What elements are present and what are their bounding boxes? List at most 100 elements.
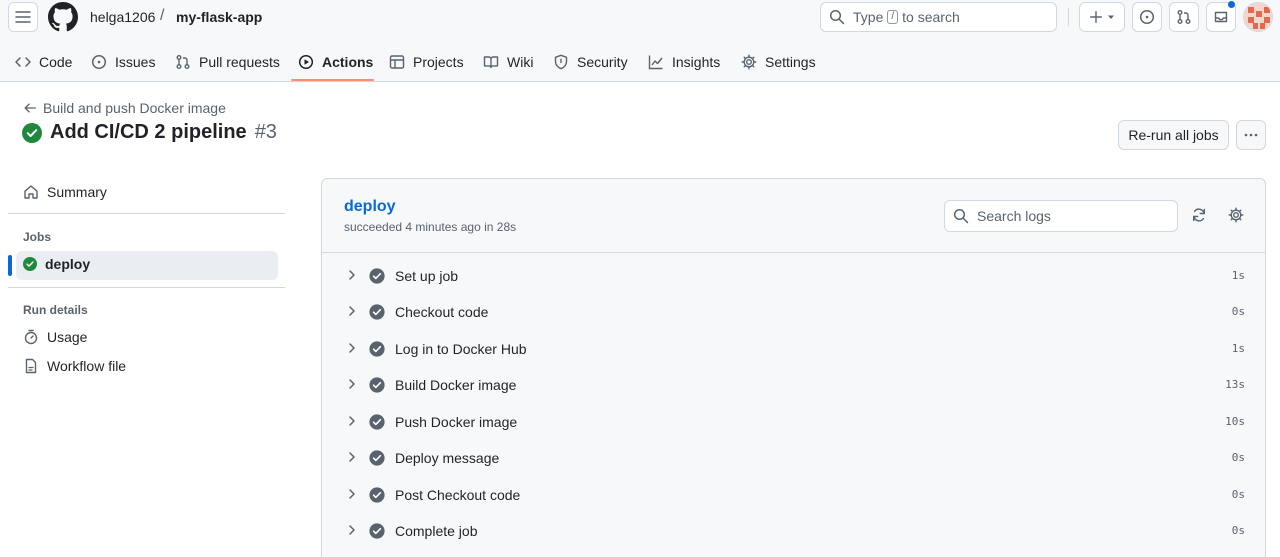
- breadcrumb-repo[interactable]: my-flask-app: [176, 9, 262, 25]
- check-circle-fill-icon: [369, 487, 385, 503]
- avatar-identicon-icon: [1244, 3, 1272, 31]
- job-status-meta: succeeded 4 minutes ago in 28s: [344, 220, 517, 234]
- step-name: Build Docker image: [395, 377, 517, 393]
- check-circle-fill-icon: [22, 122, 42, 143]
- job-step[interactable]: Post Checkout code 0s: [322, 477, 1265, 513]
- job-header: deploy succeeded 4 minutes ago in 28s Se…: [322, 179, 1265, 253]
- back-to-workflow-link[interactable]: Build and push Docker image: [23, 100, 226, 116]
- table-icon: [389, 55, 405, 69]
- gear-icon[interactable]: [1228, 207, 1244, 223]
- job-step[interactable]: Set up job 1s: [322, 258, 1265, 294]
- shield-icon: [554, 54, 568, 70]
- step-duration: 1s: [1231, 342, 1245, 355]
- hamburger-icon: [15, 11, 31, 23]
- search-suffix-text: to search: [902, 9, 960, 25]
- tab-wiki-label: Wiki: [507, 54, 534, 70]
- sidebar-item-usage[interactable]: Usage: [23, 329, 87, 345]
- step-name: Complete job: [395, 523, 478, 539]
- job-step[interactable]: Deploy message 0s: [322, 440, 1265, 476]
- step-duration: 0s: [1231, 524, 1245, 537]
- tab-projects[interactable]: Projects: [389, 42, 464, 82]
- header-divider: [1068, 8, 1069, 26]
- run-details-heading: Run details: [23, 303, 88, 317]
- caret-down-icon: [1108, 15, 1114, 19]
- hamburger-menu-button[interactable]: [8, 2, 38, 32]
- sidebar-active-indicator: [8, 255, 12, 276]
- tab-code-label: Code: [39, 54, 73, 70]
- sidebar-item-workflow-file[interactable]: Workflow file: [23, 358, 126, 374]
- sidebar-item-summary[interactable]: Summary: [23, 184, 107, 200]
- tab-actions-label: Actions: [322, 54, 374, 70]
- step-duration: 0s: [1231, 451, 1245, 464]
- sidebar-divider: [8, 213, 285, 214]
- tab-projects-label: Projects: [413, 54, 464, 70]
- job-step[interactable]: Build Docker image 13s: [322, 367, 1265, 403]
- active-tab-underline: [291, 79, 374, 81]
- breadcrumb-separator: /: [160, 7, 165, 24]
- step-duration: 1s: [1231, 269, 1245, 282]
- tab-issues[interactable]: Issues: [91, 42, 155, 82]
- tab-insights[interactable]: Insights: [648, 42, 720, 82]
- avatar[interactable]: [1243, 2, 1273, 32]
- step-name: Set up job: [395, 268, 459, 284]
- job-step[interactable]: Log in to Docker Hub 1s: [322, 331, 1265, 367]
- sidebar-divider: [8, 287, 285, 288]
- tab-actions[interactable]: Actions: [298, 42, 373, 82]
- search-logs-placeholder: Search logs: [977, 208, 1051, 224]
- check-circle-fill-icon: [369, 304, 385, 320]
- repo-nav: Code Issues Pull requests Actions Projec…: [0, 42, 1280, 82]
- issue-opened-icon: [1139, 9, 1155, 25]
- global-search-input[interactable]: Type / to search: [820, 2, 1057, 32]
- check-circle-fill-icon: [369, 414, 385, 430]
- github-logo-icon[interactable]: [48, 2, 78, 32]
- job-step[interactable]: Complete job 0s: [322, 513, 1265, 549]
- search-icon: [829, 9, 845, 25]
- sidebar-item-label: Summary: [47, 184, 107, 200]
- search-prefix-text: Type: [853, 9, 884, 25]
- issues-button[interactable]: [1132, 2, 1162, 32]
- tab-settings[interactable]: Settings: [741, 42, 816, 82]
- job-logs-panel: deploy succeeded 4 minutes ago in 28s Se…: [321, 178, 1266, 557]
- tab-security[interactable]: Security: [553, 42, 628, 82]
- tab-wiki[interactable]: Wiki: [483, 42, 533, 82]
- job-name-link[interactable]: deploy: [344, 198, 396, 216]
- issue-icon: [91, 54, 107, 70]
- job-step[interactable]: Checkout code 0s: [322, 294, 1265, 330]
- run-title-text: Add CI/CD 2 pipeline: [50, 121, 247, 143]
- inbox-icon: [1214, 11, 1228, 23]
- tab-settings-label: Settings: [765, 54, 816, 70]
- pull-requests-button[interactable]: [1169, 2, 1199, 32]
- refresh-icon[interactable]: [1191, 207, 1207, 223]
- create-new-button[interactable]: [1079, 2, 1125, 32]
- step-name: Push Docker image: [395, 414, 518, 430]
- chevron-right-icon: [349, 416, 355, 426]
- search-logs-input[interactable]: Search logs: [944, 200, 1178, 232]
- tab-security-label: Security: [577, 54, 628, 70]
- sidebar-item-label: deploy: [45, 256, 91, 272]
- step-duration: 0s: [1231, 488, 1245, 501]
- run-title: Add CI/CD 2 pipeline #3: [22, 121, 277, 144]
- jobs-heading: Jobs: [23, 230, 52, 244]
- more-options-button[interactable]: [1236, 120, 1266, 150]
- rerun-all-jobs-button[interactable]: Re-run all jobs: [1118, 120, 1229, 150]
- stopwatch-icon: [24, 329, 38, 345]
- chevron-right-icon: [349, 379, 355, 389]
- tab-issues-label: Issues: [115, 54, 156, 70]
- breadcrumb-owner[interactable]: helga1206: [90, 9, 155, 25]
- check-circle-fill-icon: [23, 257, 37, 271]
- check-circle-fill-icon: [369, 377, 385, 393]
- global-header: helga1206 / my-flask-app Type / to searc…: [0, 0, 1280, 82]
- tab-pull-requests[interactable]: Pull requests: [175, 42, 280, 82]
- sidebar-item-deploy[interactable]: deploy: [23, 256, 90, 272]
- chevron-right-icon: [349, 306, 355, 316]
- step-duration: 10s: [1225, 415, 1245, 428]
- tab-insights-label: Insights: [672, 54, 721, 70]
- file-icon: [25, 358, 37, 374]
- book-icon: [483, 56, 499, 69]
- sidebar-item-label: Workflow file: [47, 358, 127, 374]
- job-step[interactable]: Push Docker image 10s: [322, 404, 1265, 440]
- step-duration: 0s: [1231, 305, 1245, 318]
- search-icon: [953, 208, 969, 224]
- pull-request-icon: [176, 55, 190, 69]
- tab-code[interactable]: Code: [15, 42, 72, 82]
